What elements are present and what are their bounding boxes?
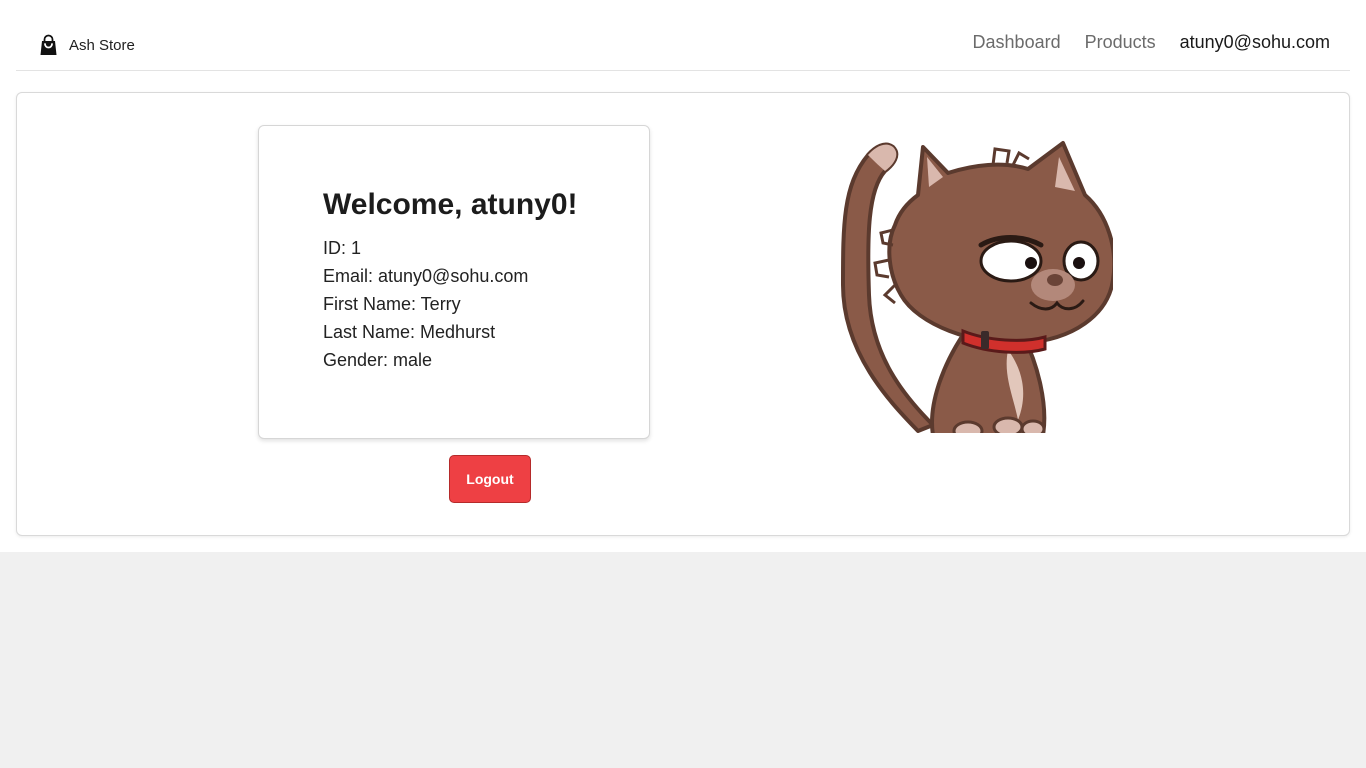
user-email: Email: atuny0@sohu.com [323, 266, 529, 286]
cat-mascot-image [823, 135, 1113, 433]
nav-link-dashboard[interactable]: Dashboard [973, 32, 1061, 53]
nav-link-user-email[interactable]: atuny0@sohu.com [1180, 32, 1330, 53]
shopping-bag-icon [38, 34, 59, 56]
user-id: ID: 1 [323, 238, 362, 258]
nav-link-products[interactable]: Products [1085, 32, 1156, 53]
main-content-card: Welcome, atuny0! ID: 1 Email: atuny0@soh… [16, 92, 1350, 536]
brand-link[interactable]: Ash Store [38, 34, 135, 56]
profile-card: Welcome, atuny0! ID: 1 Email: atuny0@soh… [258, 125, 650, 439]
page-top-area: Ash Store Dashboard Products atuny0@sohu… [0, 0, 1366, 552]
welcome-heading: Welcome, atuny0! [323, 188, 578, 221]
nav-links: Dashboard Products atuny0@sohu.com [973, 32, 1330, 53]
logout-button[interactable]: Logout [449, 455, 531, 503]
brand-name: Ash Store [69, 36, 135, 54]
user-first-name: First Name: Terry [323, 294, 461, 314]
user-last-name: Last Name: Medhurst [323, 322, 496, 342]
user-gender: Gender: male [323, 350, 433, 370]
top-navbar: Ash Store Dashboard Products atuny0@sohu… [16, 16, 1350, 71]
user-info-list: ID: 1 Email: atuny0@sohu.com First Name:… [323, 234, 528, 374]
